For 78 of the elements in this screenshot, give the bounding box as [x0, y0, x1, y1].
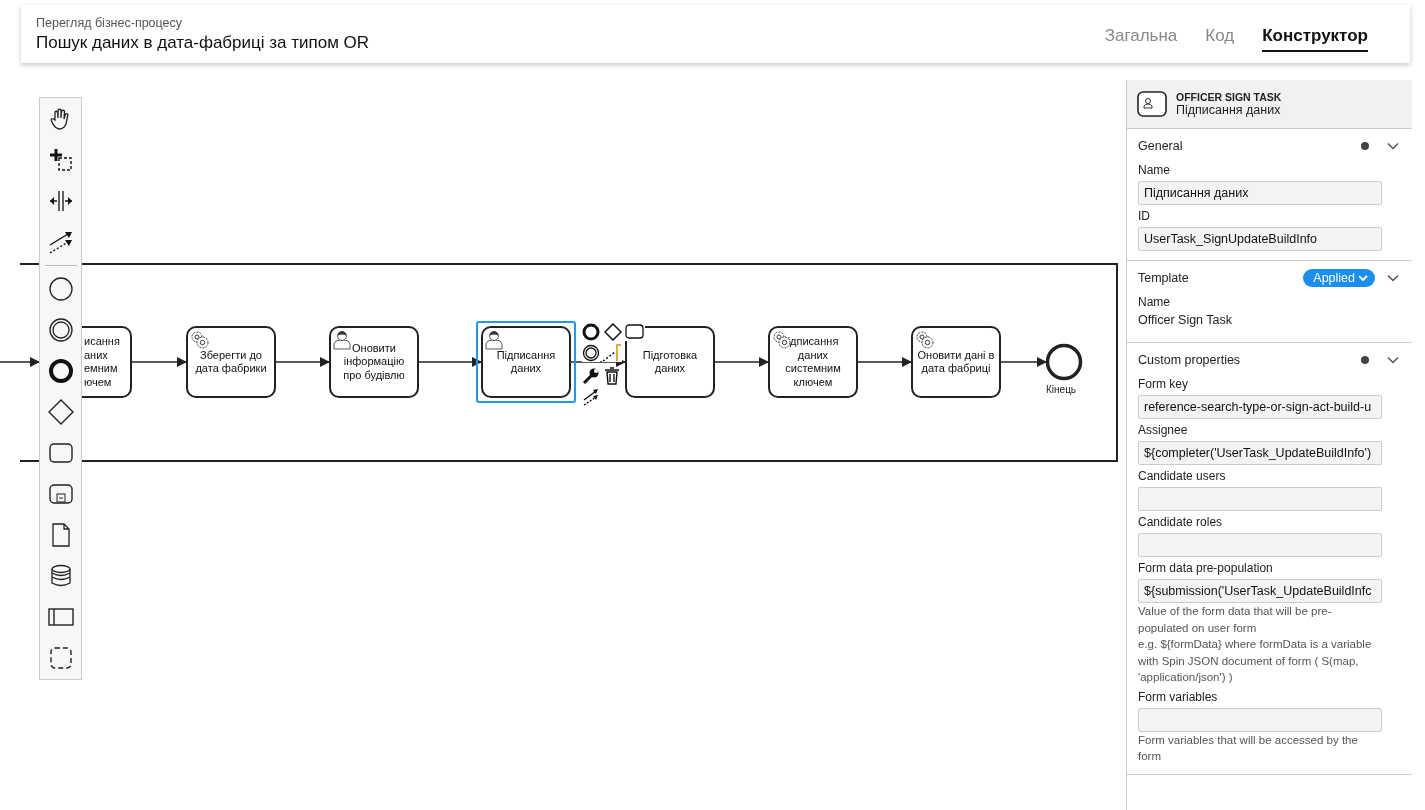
- tab[interactable]: Загальна: [1104, 16, 1178, 52]
- intermediate-event-icon[interactable]: [582, 344, 600, 362]
- subprocess-icon[interactable]: [47, 481, 74, 507]
- sequence-flow: [714, 357, 769, 367]
- field-label: Candidate roles: [1138, 515, 1224, 529]
- connect-tool-icon[interactable]: [47, 229, 74, 255]
- task-shape[interactable]: исання аних емним ючем: [82, 326, 132, 398]
- task-label: ідписання даних системним ключем: [785, 335, 841, 389]
- element-name: Підписання даних: [1176, 103, 1282, 117]
- task-label: Підготовка даних: [642, 348, 698, 376]
- event-label: Кінець: [1046, 384, 1077, 395]
- association-icon[interactable]: [602, 344, 622, 362]
- user-icon: [485, 330, 503, 350]
- tab[interactable]: Конструктор: [1262, 16, 1368, 52]
- element-type: OFFICER SIGN TASK: [1176, 91, 1282, 103]
- trash-icon[interactable]: [604, 367, 620, 385]
- task-label: Підписання даних: [496, 348, 556, 376]
- sequence-flow: [570, 357, 626, 367]
- field-label: Name: [1138, 295, 1171, 309]
- text-field[interactable]: reference-search-type-or-sign-act-build-u: [1138, 395, 1382, 419]
- field-description: Form variables that will be accessed by the form: [1138, 732, 1359, 764]
- text-field[interactable]: ${completer('UserTask_UpdateBuildInfo'): [1138, 441, 1382, 465]
- task-icon[interactable]: [47, 440, 74, 466]
- field-label: Form data pre-population: [1138, 561, 1274, 575]
- task-label: Оновити інформацію про будівлю: [343, 341, 405, 383]
- field-label: Form key: [1138, 377, 1189, 391]
- sequence-flow: [857, 357, 912, 367]
- field-label: Candidate users: [1138, 469, 1227, 483]
- task-shape[interactable]: Підготовка даних: [625, 326, 715, 398]
- task-shape[interactable]: Оновити дані в дата фабриці: [911, 326, 1001, 398]
- page-title: Пошук даних в дата-фабриці за типом OR: [36, 32, 370, 53]
- text-field[interactable]: Підписання даних: [1138, 181, 1382, 205]
- task-label: Зберегти до дата фабрики: [195, 348, 267, 376]
- field-label: Form variables: [1138, 689, 1219, 704]
- section-title[interactable]: General: [1138, 139, 1361, 153]
- chevron-down-icon[interactable]: [1387, 356, 1399, 364]
- gears-icon: [915, 330, 935, 350]
- text-field[interactable]: [1138, 707, 1382, 732]
- tab[interactable]: Код: [1205, 16, 1235, 52]
- breadcrumb-title: Перегляд бізнес-процесу: [36, 15, 184, 30]
- sequence-flow: [1000, 357, 1047, 367]
- sequence-flow: [418, 357, 482, 367]
- end-event-icon[interactable]: [47, 358, 74, 384]
- task-shape[interactable]: Оновити інформацію про будівлю: [329, 326, 419, 398]
- field-label: Assignee: [1138, 423, 1189, 437]
- end-event-icon[interactable]: [582, 323, 600, 341]
- chevron-down-icon[interactable]: [1387, 274, 1399, 282]
- task-label: исання аних емним ючем: [84, 335, 120, 389]
- space-tool-icon[interactable]: [47, 188, 74, 214]
- section-title[interactable]: Custom properties: [1138, 353, 1361, 367]
- gears-icon: [190, 330, 210, 350]
- task-label: Оновити дані в дата фабриці: [917, 348, 995, 376]
- start-event-icon[interactable]: [47, 276, 74, 302]
- template-name: Officer Sign Task: [1138, 313, 1234, 327]
- section-title[interactable]: Template: [1138, 271, 1304, 285]
- intermediate-event-icon[interactable]: [47, 317, 74, 343]
- text-field[interactable]: [1138, 533, 1382, 557]
- sequence-flow: [131, 357, 187, 367]
- chevron-down-icon[interactable]: [1387, 142, 1399, 150]
- user-task-icon: [1137, 91, 1167, 117]
- sequence-flow: [275, 357, 330, 367]
- task-shape[interactable]: ідписання даних системним ключем: [768, 326, 858, 398]
- end-event-circle[interactable]: [1045, 343, 1083, 381]
- task-shape[interactable]: Підписання даних: [481, 326, 571, 398]
- text-field[interactable]: ${submission('UserTask_UpdateBuildInfc: [1138, 579, 1382, 603]
- group-icon[interactable]: [47, 645, 74, 671]
- field-example: e.g. ${formData} where formData is a variable with Spin JSON document of form ( S(map, 'application/json') ): [1138, 637, 1373, 685]
- annotation-icon[interactable]: [625, 323, 645, 341]
- text-field[interactable]: [1138, 487, 1382, 511]
- text-field[interactable]: UserTask_SignUpdateBuildInfo: [1138, 227, 1382, 251]
- lasso-tool-icon[interactable]: [47, 147, 74, 173]
- chevron-down-icon: [1358, 274, 1368, 282]
- gateway-icon[interactable]: [47, 399, 74, 425]
- field-label: Name: [1138, 163, 1171, 177]
- sequence-flow: [0, 357, 40, 367]
- field-label: ID: [1138, 209, 1151, 223]
- task-shape[interactable]: Зберегти до дата фабрики: [186, 326, 276, 398]
- user-icon: [333, 330, 351, 350]
